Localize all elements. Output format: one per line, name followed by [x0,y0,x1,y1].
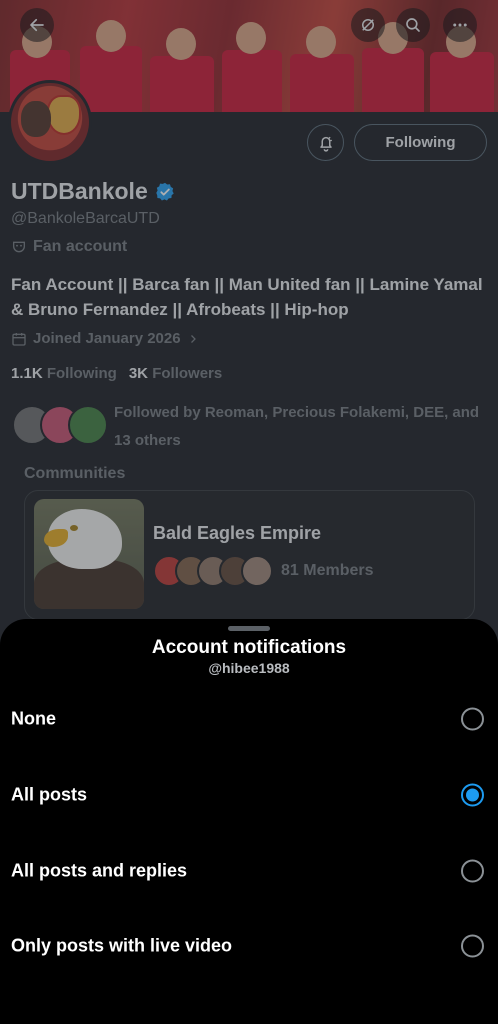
option-live-video[interactable]: Only posts with live video [0,916,498,976]
option-all-posts-and-replies[interactable]: All posts and replies [0,841,498,901]
option-label: None [11,708,56,729]
sheet-title: Account notifications [151,637,347,658]
option-all-posts[interactable]: All posts [0,765,498,825]
account-notifications-sheet: Account notifications @hibee1988 None Al… [0,619,498,1024]
sheet-subtitle: @hibee1988 [208,660,290,676]
option-label: All posts and replies [11,860,188,881]
radio-button[interactable] [461,783,484,807]
option-label: All posts [11,784,88,805]
option-none[interactable]: None [0,689,498,749]
radio-button[interactable] [461,934,484,958]
sheet-grabber[interactable] [228,626,270,631]
radio-button[interactable] [461,707,484,731]
radio-button[interactable] [461,859,484,883]
option-label: Only posts with live video [11,935,233,956]
